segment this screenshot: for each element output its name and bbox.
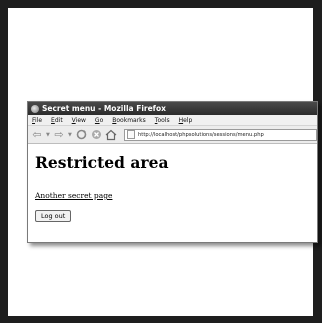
title-bar: Secret menu - Mozilla Firefox bbox=[28, 102, 317, 115]
menu-view[interactable]: View bbox=[72, 117, 86, 124]
menu-go[interactable]: Go bbox=[95, 117, 103, 124]
home-icon[interactable] bbox=[105, 129, 117, 141]
back-dropdown-icon[interactable]: ▼ bbox=[46, 132, 50, 138]
window-title: Secret menu - Mozilla Firefox bbox=[42, 104, 166, 113]
page-heading: Restricted area bbox=[35, 153, 169, 172]
navigation-toolbar: ⇦ ▼ ⇨ ▼ http://localhost/phpsolutions/se… bbox=[28, 126, 317, 144]
reload-icon[interactable] bbox=[75, 129, 87, 141]
menu-file[interactable]: File bbox=[32, 117, 42, 124]
browser-window: Secret menu - Mozilla Firefox File Edit … bbox=[27, 101, 318, 243]
page-background: Secret menu - Mozilla Firefox File Edit … bbox=[8, 8, 318, 316]
menu-bookmarks[interactable]: Bookmarks bbox=[112, 117, 146, 124]
logout-button[interactable]: Log out bbox=[35, 210, 72, 222]
address-bar[interactable]: http://localhost/phpsolutions/sessions/m… bbox=[124, 128, 317, 141]
firefox-icon bbox=[31, 104, 39, 113]
stop-icon[interactable] bbox=[90, 129, 102, 141]
page-content: Restricted area Another secret page Log … bbox=[28, 144, 317, 228]
menu-tools[interactable]: Tools bbox=[155, 117, 170, 124]
menu-edit[interactable]: Edit bbox=[51, 117, 63, 124]
secret-page-link[interactable]: Another secret page bbox=[35, 191, 112, 200]
page-icon bbox=[127, 130, 135, 139]
url-text: http://localhost/phpsolutions/sessions/m… bbox=[138, 131, 264, 138]
menu-help[interactable]: Help bbox=[179, 117, 193, 124]
forward-dropdown-icon[interactable]: ▼ bbox=[68, 132, 72, 138]
forward-arrow-icon[interactable]: ⇨ bbox=[53, 128, 65, 141]
back-arrow-icon[interactable]: ⇦ bbox=[31, 128, 43, 141]
menu-bar: File Edit View Go Bookmarks Tools Help bbox=[28, 115, 317, 126]
